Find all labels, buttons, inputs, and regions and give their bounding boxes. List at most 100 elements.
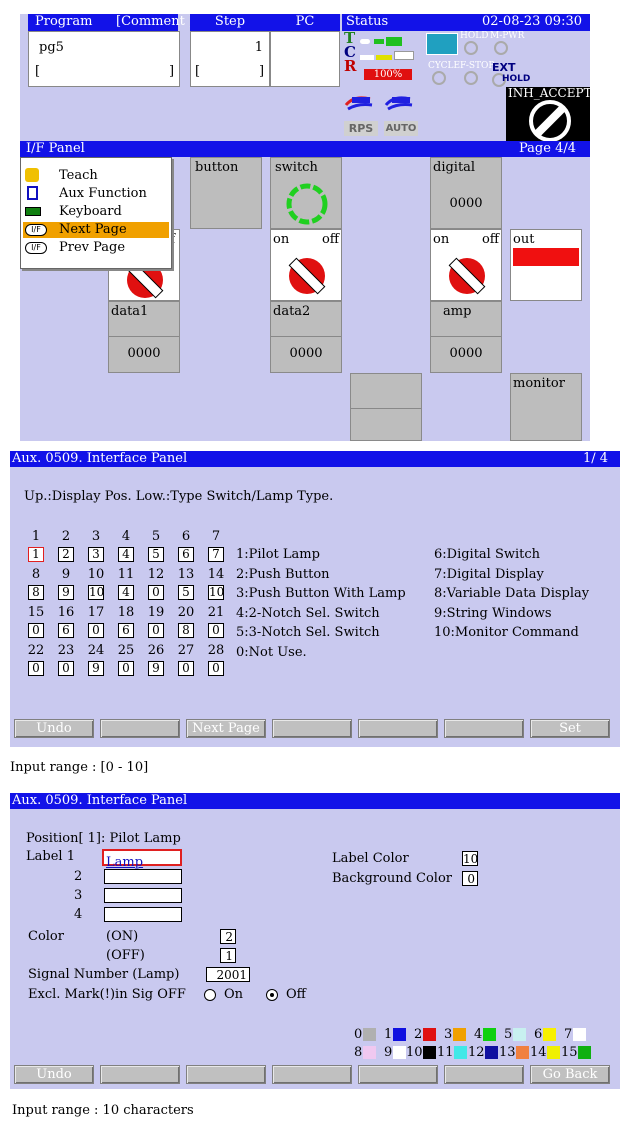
- rps-button[interactable]: RPS: [344, 121, 378, 136]
- palette-swatch[interactable]: [578, 1046, 591, 1059]
- type-input[interactable]: 10: [88, 585, 104, 600]
- type-input[interactable]: 0: [118, 661, 134, 676]
- type-input[interactable]: 8: [178, 623, 194, 638]
- radio-off[interactable]: [266, 989, 278, 1001]
- type-input[interactable]: 4: [118, 547, 134, 562]
- type-input[interactable]: 8: [28, 585, 44, 600]
- color-on-value[interactable]: 2: [220, 929, 236, 944]
- type-input[interactable]: 0: [28, 661, 44, 676]
- data2-tile[interactable]: data2 0000: [270, 301, 342, 373]
- type-input[interactable]: 0: [88, 623, 104, 638]
- function-key-blank[interactable]: [444, 1065, 524, 1084]
- type-input[interactable]: 6: [118, 623, 134, 638]
- type-input[interactable]: 6: [178, 547, 194, 562]
- selector-tile-3[interactable]: on off: [430, 229, 502, 301]
- function-key-set[interactable]: Set: [530, 719, 610, 738]
- label-color-value[interactable]: 10: [462, 851, 478, 866]
- function-key-blank[interactable]: [444, 719, 524, 738]
- color-off-value[interactable]: 1: [220, 948, 236, 963]
- type-input[interactable]: 4: [118, 585, 134, 600]
- palette-swatch[interactable]: [485, 1046, 498, 1059]
- function-key-next-page[interactable]: Next Page: [186, 719, 266, 738]
- palette-swatch[interactable]: [393, 1046, 406, 1059]
- auto-button[interactable]: AUTO: [384, 121, 418, 136]
- type-input[interactable]: 2: [58, 547, 74, 562]
- palette-swatch[interactable]: [516, 1046, 529, 1059]
- aux1-input-range: Input range : [0 - 10]: [10, 760, 149, 775]
- monitor-tile[interactable]: monitor: [510, 373, 582, 441]
- type-input[interactable]: 0: [208, 661, 224, 676]
- out-lamp-tile[interactable]: out: [510, 229, 582, 301]
- palette-swatch[interactable]: [454, 1046, 467, 1059]
- legend-item: 0:Not Use.: [236, 644, 307, 660]
- palette-swatch[interactable]: [423, 1046, 436, 1059]
- function-key-blank[interactable]: [100, 1065, 180, 1084]
- function-key-blank[interactable]: [100, 719, 180, 738]
- type-input[interactable]: 1: [28, 547, 44, 562]
- function-key-blank[interactable]: [358, 1065, 438, 1084]
- bg-color-value[interactable]: 0: [462, 871, 478, 886]
- step-value: 1: [254, 40, 263, 55]
- palette-number: 5: [504, 1027, 513, 1042]
- step-box[interactable]: 1 [ ]: [190, 31, 270, 87]
- legend-item: 7:Digital Display: [434, 566, 544, 582]
- type-input[interactable]: 9: [88, 661, 104, 676]
- amp-tile[interactable]: amp 0000: [430, 301, 502, 373]
- palette-number: 12: [468, 1045, 485, 1060]
- type-input[interactable]: 9: [58, 585, 74, 600]
- palette-swatch[interactable]: [513, 1028, 526, 1041]
- function-key-blank[interactable]: [272, 719, 352, 738]
- label4-input[interactable]: [104, 907, 182, 922]
- palette-number: 2: [414, 1027, 423, 1042]
- label2-input[interactable]: [104, 869, 182, 884]
- palette-swatch[interactable]: [363, 1046, 376, 1059]
- button-tile[interactable]: button: [190, 157, 262, 229]
- if-icon: I/F: [25, 242, 47, 254]
- position-number: 14: [207, 567, 225, 582]
- palette-swatch[interactable]: [423, 1028, 436, 1041]
- palette-swatch[interactable]: [543, 1028, 556, 1041]
- palette-swatch[interactable]: [547, 1046, 560, 1059]
- type-input[interactable]: 0: [148, 585, 164, 600]
- function-key-blank[interactable]: [358, 719, 438, 738]
- type-input[interactable]: 6: [58, 623, 74, 638]
- type-input[interactable]: 10: [208, 585, 224, 600]
- program-box[interactable]: pg5 [ ]: [28, 31, 180, 87]
- position-number: 22: [27, 643, 45, 658]
- palette-swatch[interactable]: [573, 1028, 586, 1041]
- menu-item-keyboard[interactable]: Keyboard: [23, 204, 169, 220]
- digital-tile[interactable]: digital 0000: [430, 157, 502, 229]
- type-input[interactable]: 0: [178, 661, 194, 676]
- empty-tile[interactable]: [350, 373, 422, 441]
- type-input[interactable]: 3: [88, 547, 104, 562]
- type-input[interactable]: 7: [208, 547, 224, 562]
- switch-tile[interactable]: switch: [270, 157, 342, 229]
- palette-swatch[interactable]: [363, 1028, 376, 1041]
- type-input[interactable]: 0: [208, 623, 224, 638]
- type-input[interactable]: 0: [148, 623, 164, 638]
- menu-item-next-page[interactable]: I/F Next Page: [23, 222, 169, 238]
- radio-on[interactable]: [204, 989, 216, 1001]
- pc-box[interactable]: [270, 31, 340, 87]
- function-key-undo[interactable]: Undo: [14, 719, 94, 738]
- type-input[interactable]: 5: [178, 585, 194, 600]
- label3-input[interactable]: [104, 888, 182, 903]
- type-input[interactable]: 0: [58, 661, 74, 676]
- menu-item-teach[interactable]: Teach: [23, 168, 169, 184]
- palette-swatch[interactable]: [483, 1028, 496, 1041]
- data1-tile[interactable]: data1 0000: [108, 301, 180, 373]
- function-key-undo[interactable]: Undo: [14, 1065, 94, 1084]
- function-key-blank[interactable]: [272, 1065, 352, 1084]
- function-key-blank[interactable]: [186, 1065, 266, 1084]
- type-input[interactable]: 9: [148, 661, 164, 676]
- label1-input[interactable]: Lamp: [102, 849, 182, 870]
- type-input[interactable]: 5: [148, 547, 164, 562]
- menu-item-aux-function[interactable]: Aux Function: [23, 186, 169, 202]
- signal-value[interactable]: 2001: [206, 967, 250, 982]
- palette-swatch[interactable]: [393, 1028, 406, 1041]
- selector-tile-2[interactable]: on off: [270, 229, 342, 301]
- menu-item-prev-page[interactable]: I/F Prev Page: [23, 240, 169, 256]
- type-input[interactable]: 0: [28, 623, 44, 638]
- function-key-go-back[interactable]: Go Back: [530, 1065, 610, 1084]
- palette-swatch[interactable]: [453, 1028, 466, 1041]
